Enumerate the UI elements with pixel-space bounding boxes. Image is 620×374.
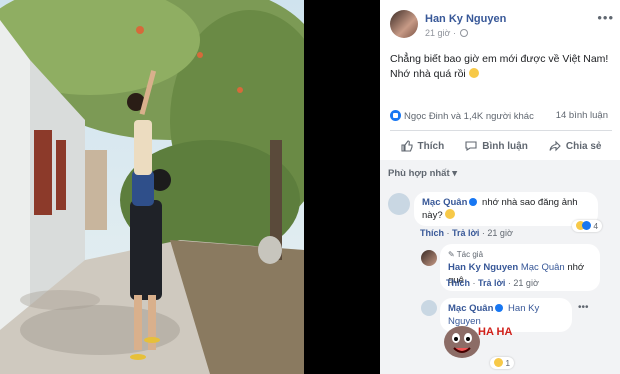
reply-reply-link[interactable]: Trả lời <box>478 278 505 288</box>
comment-label: Bình luận <box>482 140 528 152</box>
post-time[interactable]: 21 giờ <box>425 28 450 38</box>
comment-time[interactable]: 21 giờ <box>487 228 512 238</box>
more-options-icon[interactable]: ••• <box>597 10 614 25</box>
comments-count[interactable]: 14 bình luận <box>556 110 608 121</box>
reactions-text[interactable]: Ngọc Đinh và 1,4K người khác <box>404 111 534 122</box>
comment-sort-dropdown[interactable]: Phù hợp nhất ▾ <box>388 168 457 179</box>
like-label: Thích <box>417 140 445 152</box>
comment-icon <box>465 141 477 152</box>
comments-section: Phù hợp nhất ▾ Mạc Quân nhớ nhà sao đăng… <box>380 160 620 374</box>
globe-icon <box>460 29 469 37</box>
sticker-reactions[interactable]: 1 <box>490 357 515 369</box>
comment-bubble: Mạc Quân nhớ nhà sao đăng ảnh này? <box>414 192 598 226</box>
reply-like-link[interactable]: Thích <box>446 278 470 288</box>
comment-reaction-count: 4 <box>593 221 599 231</box>
divider <box>390 130 612 131</box>
author-tag: ✎ Tác giả <box>448 250 484 259</box>
thumbs-up-icon <box>400 140 413 152</box>
author-tag-label: Tác giả <box>456 250 484 259</box>
reply2-author-name[interactable]: Mạc Quân <box>448 303 493 314</box>
commenter-name[interactable]: Mạc Quân <box>422 197 467 208</box>
post-header: Han Ky Nguyen 21 giờ · ••• <box>380 0 620 46</box>
post-meta: 21 giờ · <box>425 28 469 38</box>
author-avatar[interactable] <box>390 10 418 38</box>
author-name[interactable]: Han Ky Nguyen <box>425 13 506 25</box>
like-button[interactable]: Thích <box>400 140 445 152</box>
photo-illustration <box>0 0 304 374</box>
post-panel: Han Ky Nguyen 21 giờ · ••• Chẳng biết ba… <box>380 0 620 374</box>
post-actions: Thích Bình luận Chia sẻ <box>390 134 612 158</box>
sad-emoji-icon <box>468 68 479 78</box>
share-icon <box>549 140 561 152</box>
post-photo[interactable] <box>0 0 304 374</box>
comment-like-link[interactable]: Thích <box>420 228 444 238</box>
reply-actions: Thích · Trả lời · 21 giờ <box>446 278 539 288</box>
reactions-bar[interactable]: Ngọc Đinh và 1,4K người khác 14 bình luậ… <box>390 110 612 124</box>
reply-mention[interactable]: Mạc Quân <box>521 262 565 273</box>
share-label: Chia sẻ <box>565 140 602 152</box>
like-reaction-icon <box>582 221 591 230</box>
post-text-line1: Chẳng biết bao giờ em mới được về Việt N… <box>390 53 609 65</box>
thinking-emoji-icon <box>445 209 456 219</box>
comment-button[interactable]: Bình luận <box>465 140 528 152</box>
share-button[interactable]: Chia sẻ <box>549 140 602 152</box>
sticker-reaction-count: 1 <box>505 358 511 368</box>
post-text: Chẳng biết bao giờ em mới được về Việt N… <box>390 52 615 82</box>
haha-reaction-icon <box>494 358 503 367</box>
reply2-more-icon[interactable]: ••• <box>578 302 589 313</box>
like-reaction-icon <box>390 110 401 121</box>
comment-reply-link[interactable]: Trả lời <box>452 228 479 238</box>
sticker-text: HA HA <box>478 326 513 338</box>
commenter-avatar[interactable] <box>388 193 410 215</box>
reply-author-name[interactable]: Han Ky Nguyen <box>448 262 518 273</box>
reply2-avatar[interactable] <box>421 300 437 316</box>
post-text-line2: Nhớ nhà quá rồi <box>390 68 466 80</box>
verified-badge-icon <box>495 304 504 312</box>
reply-time[interactable]: 21 giờ <box>513 278 538 288</box>
verified-badge-icon <box>469 198 478 206</box>
comment-reactions[interactable]: 4 <box>572 220 603 232</box>
reply-avatar[interactable] <box>421 250 437 266</box>
comment-actions: Thích · Trả lời · 21 giờ <box>420 228 513 238</box>
